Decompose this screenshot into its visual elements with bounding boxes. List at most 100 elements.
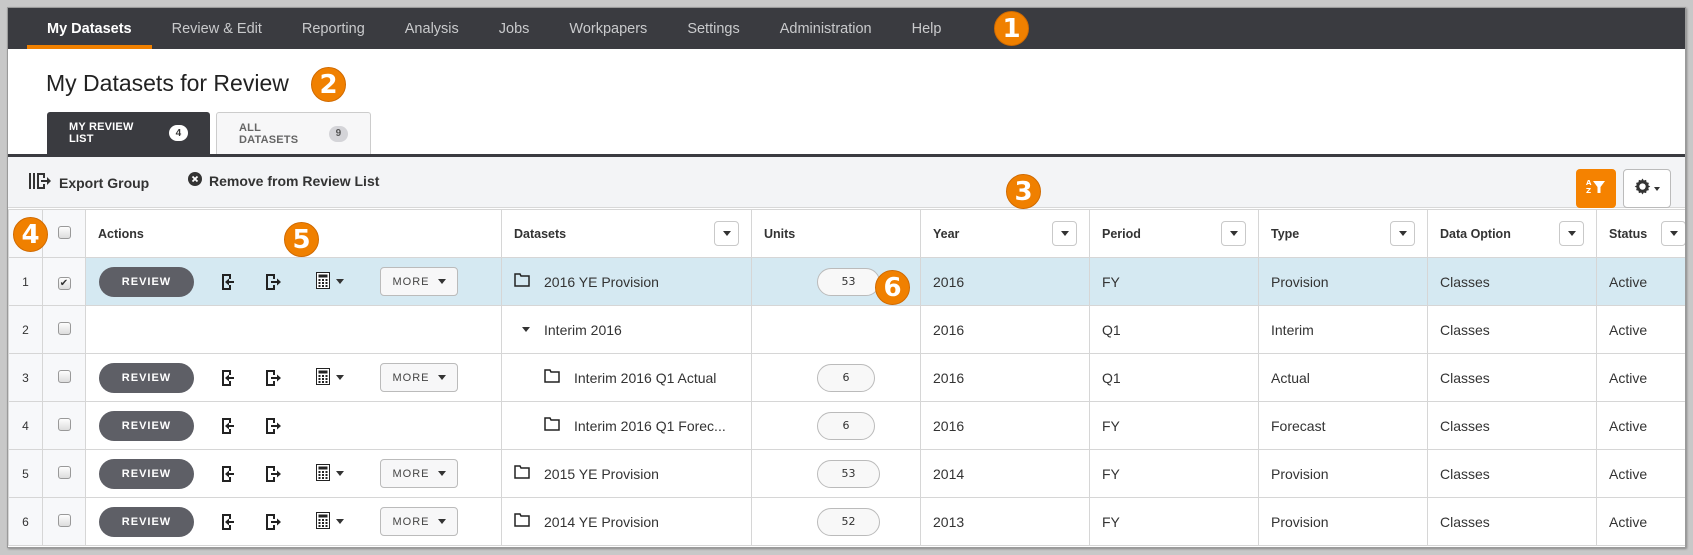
year-filter-button[interactable]: [1052, 221, 1077, 246]
row-checkbox[interactable]: [57, 417, 71, 431]
table-row[interactable]: 6 REVIEW MORE 2014 YE Provision 52 2013 FY Prov…: [8, 497, 1685, 546]
dataset-name[interactable]: 2015 YE Provision: [544, 466, 659, 482]
calculator-icon: [316, 271, 330, 292]
nav-help[interactable]: Help: [892, 8, 962, 49]
units-count-pill[interactable]: 52: [817, 507, 880, 536]
table-row[interactable]: 3 REVIEW MORE Interim 2016 Q1 Actual 6 2016 Q1…: [8, 353, 1685, 402]
review-button[interactable]: REVIEW: [99, 362, 194, 393]
settings-dropdown-button[interactable]: [1623, 169, 1671, 208]
status-filter-button[interactable]: [1661, 221, 1685, 246]
nav-review-edit[interactable]: Review & Edit: [152, 8, 282, 49]
units-cell: 6: [751, 401, 921, 450]
more-dropdown-button[interactable]: MORE: [380, 507, 458, 536]
calculator-dropdown-button[interactable]: [316, 271, 344, 292]
data-option-cell: Classes: [1427, 305, 1597, 354]
remove-from-review-list-button[interactable]: Remove from Review List: [188, 172, 379, 189]
export-icon[interactable]: [264, 417, 282, 435]
year-cell: 2016: [920, 353, 1090, 402]
count-badge: 9: [329, 125, 348, 142]
status-cell: Active: [1596, 257, 1685, 306]
row-number: 5: [8, 449, 43, 498]
dataset-cell: 2016 YE Provision: [501, 257, 752, 306]
calculator-dropdown-button[interactable]: [316, 511, 344, 532]
export-group-button[interactable]: Export Group: [28, 172, 149, 193]
tab-all-datasets[interactable]: ALL DATASETS 9: [216, 112, 371, 154]
nav-settings[interactable]: Settings: [667, 8, 759, 49]
units-count-pill[interactable]: 53: [817, 267, 880, 296]
table-row[interactable]: 1 ✔ REVIEW MORE 2016 YE Provision 53 2016 FY Pro…: [8, 257, 1685, 306]
datasets-filter-button[interactable]: [714, 221, 739, 246]
callout-5: 5: [284, 222, 319, 257]
actions-cell: REVIEW MORE: [85, 257, 502, 306]
tab-my-review-list[interactable]: MY REVIEW LIST 4: [47, 112, 210, 154]
dataset-name[interactable]: 2016 YE Provision: [544, 274, 659, 290]
year-cell: 2016: [920, 257, 1090, 306]
review-button[interactable]: REVIEW: [99, 506, 194, 537]
period-filter-button[interactable]: [1221, 221, 1246, 246]
more-dropdown-button[interactable]: MORE: [380, 459, 458, 488]
svg-text:Z: Z: [1586, 187, 1591, 194]
expand-caret-icon[interactable]: [522, 327, 530, 332]
units-count-pill[interactable]: 53: [817, 459, 880, 488]
units-count-pill[interactable]: 6: [817, 411, 875, 440]
nav-administration[interactable]: Administration: [760, 8, 892, 49]
more-dropdown-button[interactable]: MORE: [380, 363, 458, 392]
nav-jobs[interactable]: Jobs: [479, 8, 550, 49]
export-icon[interactable]: [264, 465, 282, 483]
import-icon[interactable]: [220, 417, 236, 435]
export-icon[interactable]: [264, 513, 282, 531]
review-button[interactable]: REVIEW: [99, 410, 194, 441]
year-cell: 2016: [920, 305, 1090, 354]
calculator-dropdown-button[interactable]: [316, 463, 344, 484]
table-row[interactable]: 2 Interim 2016 2016 Q1 Interim Classes Active: [8, 305, 1685, 354]
units-count-pill[interactable]: 6: [817, 363, 875, 392]
folder-icon: [514, 273, 530, 290]
datasets-header: Datasets: [501, 209, 752, 258]
period-cell: FY: [1089, 257, 1259, 306]
sort-filter-button[interactable]: AZ: [1576, 169, 1616, 208]
calculator-icon: [316, 463, 330, 484]
more-dropdown-button[interactable]: MORE: [380, 267, 458, 296]
toolbar: Export Group Remove from Review List AZ: [8, 157, 1685, 208]
year-cell: 2013: [920, 497, 1090, 546]
nav-analysis[interactable]: Analysis: [385, 8, 479, 49]
dataset-name[interactable]: Interim 2016 Q1 Forec...: [574, 418, 726, 434]
data-option-cell: Classes: [1427, 257, 1597, 306]
svg-text:A: A: [1586, 179, 1592, 187]
export-group-icon: [28, 172, 52, 193]
import-icon[interactable]: [220, 273, 236, 291]
data-option-filter-button[interactable]: [1559, 221, 1584, 246]
export-icon[interactable]: [264, 273, 282, 291]
import-icon[interactable]: [220, 465, 236, 483]
data-option-header-label: Data Option: [1440, 226, 1511, 241]
row-checkbox[interactable]: ✔: [57, 277, 71, 290]
import-icon[interactable]: [220, 369, 236, 387]
review-button[interactable]: REVIEW: [99, 266, 194, 297]
calculator-dropdown-button[interactable]: [316, 367, 344, 388]
type-filter-button[interactable]: [1390, 221, 1415, 246]
import-icon[interactable]: [220, 513, 236, 531]
chevron-down-icon: [437, 471, 446, 476]
nav-workpapers[interactable]: Workpapers: [549, 8, 667, 49]
select-all-checkbox[interactable]: [57, 225, 71, 239]
dataset-name[interactable]: 2014 YE Provision: [544, 514, 659, 530]
remove-circle-icon: [188, 172, 202, 189]
table-row[interactable]: 5 REVIEW MORE 2015 YE Provision 53 2014 FY Prov…: [8, 449, 1685, 498]
dataset-name[interactable]: Interim 2016: [544, 322, 622, 338]
export-icon[interactable]: [264, 369, 282, 387]
row-checkbox[interactable]: [57, 513, 71, 527]
dataset-cell: Interim 2016 Q1 Actual: [501, 353, 752, 402]
callout-1: 1: [994, 11, 1029, 46]
table-row[interactable]: 4 REVIEW Interim 2016 Q1 Forec... 6 2016 FY Fo…: [8, 401, 1685, 450]
nav-my-datasets[interactable]: My Datasets: [27, 8, 152, 49]
more-label: MORE: [392, 467, 430, 480]
nav-reporting[interactable]: Reporting: [282, 8, 385, 49]
dataset-name[interactable]: Interim 2016 Q1 Actual: [574, 370, 716, 386]
chevron-down-icon: [437, 375, 446, 380]
row-checkbox[interactable]: [57, 369, 71, 383]
row-number: 1: [8, 257, 43, 306]
row-checkbox[interactable]: [57, 465, 71, 479]
review-button[interactable]: REVIEW: [99, 458, 194, 489]
status-cell: Active: [1596, 353, 1685, 402]
row-checkbox[interactable]: [57, 321, 71, 335]
